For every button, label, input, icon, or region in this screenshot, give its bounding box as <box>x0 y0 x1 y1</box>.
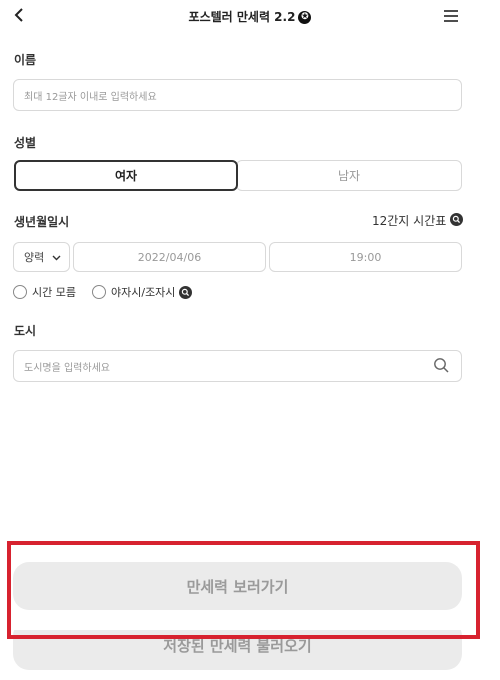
page-title-wrap: 포스텔러 만세력 2.2 ✪ <box>0 8 500 25</box>
calendar-type-value: 양력 <box>24 251 45 264</box>
page-title: 포스텔러 만세력 2.2 <box>188 10 296 24</box>
gender-male-button[interactable]: 남자 <box>236 160 462 191</box>
city-placeholder: 도시명을 입력하세요 <box>24 362 110 374</box>
birth-label: 생년월일시 <box>14 215 70 229</box>
search-icon <box>450 212 464 229</box>
night-time-radio[interactable]: 야자시/조자시 <box>92 284 193 300</box>
menu-button[interactable] <box>440 6 462 28</box>
calendar-type-select[interactable]: 양력 <box>13 242 70 272</box>
gender-label: 성별 <box>14 136 37 150</box>
version-badge-icon: ✪ <box>298 11 312 24</box>
hamburger-menu-icon <box>443 8 459 27</box>
city-search-input[interactable]: 도시명을 입력하세요 <box>13 350 462 382</box>
name-label: 이름 <box>14 53 37 67</box>
unknown-time-radio[interactable]: 시간 모름 <box>13 284 76 300</box>
search-icon <box>179 285 193 299</box>
night-time-label: 야자시/조자시 <box>111 286 176 299</box>
radio-circle <box>92 285 106 299</box>
birth-date-input[interactable]: 2022/04/06 <box>73 242 266 272</box>
gender-female-button[interactable]: 여자 <box>14 160 238 191</box>
radio-circle <box>13 285 27 299</box>
unknown-time-label: 시간 모름 <box>32 286 76 299</box>
zodiac-time-table-link[interactable]: 12간지 시간표 <box>372 212 464 229</box>
search-icon[interactable] <box>433 357 449 376</box>
birth-time-input[interactable]: 19:00 <box>269 242 462 272</box>
highlight-box <box>7 541 480 639</box>
app-header: 포스텔러 만세력 2.2 ✪ <box>0 0 500 34</box>
zodiac-time-table-label: 12간지 시간표 <box>372 214 447 228</box>
city-label: 도시 <box>14 324 37 338</box>
name-input[interactable]: 최대 12글자 이내로 입력하세요 <box>13 79 462 111</box>
chevron-down-icon <box>52 251 61 264</box>
